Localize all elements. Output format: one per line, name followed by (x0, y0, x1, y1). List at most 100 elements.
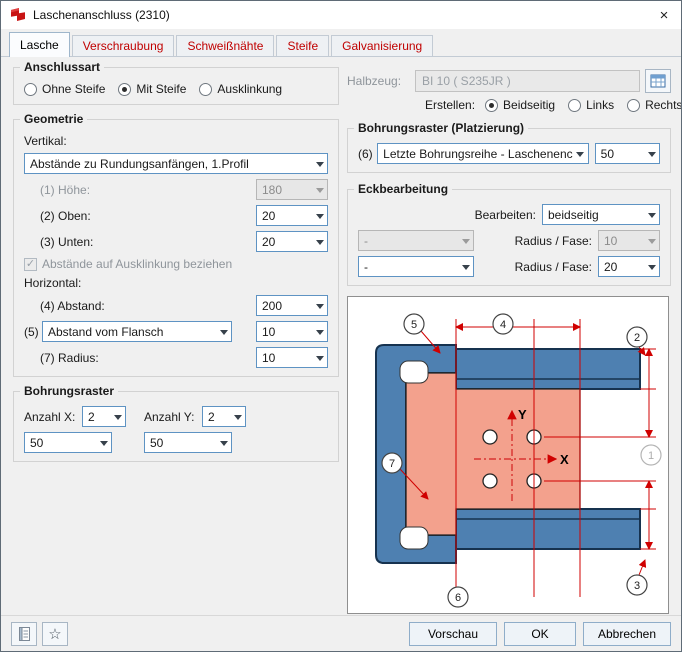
anzahl-y-label: Anzahl Y: (144, 410, 202, 424)
radio-label: Rechts (645, 98, 682, 112)
oben-combo[interactable]: 20 (256, 205, 328, 226)
dialog-laschenanschluss: Laschenanschluss (2310) × Lasche Verschr… (0, 0, 682, 652)
group-platzierung: Bohrungsraster (Platzierung) (6) Letzte … (347, 128, 671, 173)
svg-text:4: 4 (500, 319, 506, 331)
tab-verschraubung[interactable]: Verschraubung (72, 35, 175, 56)
bearbeiten-combo[interactable]: beidseitig (542, 204, 660, 225)
hoehe-label: (1) Höhe: (40, 183, 90, 197)
svg-text:1: 1 (648, 450, 654, 462)
radius-fase-1-label: Radius / Fase: (515, 234, 592, 248)
radio-icon (485, 99, 498, 112)
group-title: Geometrie (20, 112, 87, 126)
radio-mit-steife[interactable]: Mit Steife (118, 82, 186, 96)
radio-icon (24, 83, 37, 96)
eck-mode-2-combo[interactable]: - (358, 256, 474, 277)
radio-links[interactable]: Links (568, 98, 614, 112)
chevron-down-icon (312, 206, 327, 225)
tab-schweissnaehte[interactable]: Schweißnähte (176, 35, 274, 56)
chevron-down-icon (312, 348, 327, 367)
tab-bar: Lasche Verschraubung Schweißnähte Steife… (1, 29, 681, 57)
vertikal-label: Vertikal: (24, 134, 67, 148)
star-icon: ☆ (48, 625, 61, 643)
radio-label: Mit Steife (136, 82, 186, 96)
group-title: Eckbearbeitung (354, 182, 452, 196)
chevron-down-icon (312, 232, 327, 251)
group-bohrungsraster: Bohrungsraster Anzahl X: 2 Anzahl Y: 2 5… (13, 391, 339, 462)
connection-preview-drawing: Y X (347, 296, 669, 614)
chevron-down-icon (312, 296, 327, 315)
abbrechen-button[interactable]: Abbrechen (583, 622, 671, 646)
abstand-x-combo[interactable]: 50 (24, 432, 112, 453)
group-title: Bohrungsraster (Platzierung) (354, 121, 528, 135)
chevron-down-icon (644, 231, 659, 250)
x-axis-label: X (560, 452, 569, 467)
tab-steife[interactable]: Steife (276, 35, 329, 56)
chevron-down-icon (312, 154, 327, 173)
erstellen-label: Erstellen: (425, 98, 475, 112)
anzahl-y-combo[interactable]: 2 (202, 406, 246, 427)
right-panel: Halbzeug: BI 10 ( S235JR ) Erstellen: Be… (347, 63, 671, 614)
notes-button[interactable] (11, 622, 37, 646)
radio-beidseitig[interactable]: Beidseitig (485, 98, 555, 112)
abstand-y-combo[interactable]: 50 (144, 432, 232, 453)
group-anschlussart: Anschlussart Ohne Steife Mit Steife Ausk… (13, 67, 339, 105)
group-title: Bohrungsraster (20, 384, 118, 398)
oben-label: (2) Oben: (40, 209, 91, 223)
notes-icon (17, 626, 32, 642)
left-panel: Anschlussart Ohne Steife Mit Steife Ausk… (13, 67, 339, 476)
tab-lasche[interactable]: Lasche (9, 32, 70, 57)
eck-mode-1-combo: - (358, 230, 474, 251)
vertikal-mode-combo[interactable]: Abstände zu Rundungsanfängen, 1.Profil (24, 153, 328, 174)
group-geometrie: Geometrie Vertikal: Abstände zu Rundungs… (13, 119, 339, 377)
radio-icon (627, 99, 640, 112)
hoehe-combo: 180 (256, 179, 328, 200)
favorites-button[interactable]: ☆ (42, 622, 68, 646)
radio-ausklinkung[interactable]: Ausklinkung (199, 82, 282, 96)
chevron-down-icon (644, 257, 659, 276)
app-icon (9, 6, 27, 24)
svg-text:3: 3 (634, 580, 640, 592)
chevron-down-icon (110, 407, 125, 426)
flansch-index-label: (5) (24, 325, 42, 339)
chevron-down-icon (312, 322, 327, 341)
callout-7: 7 (382, 453, 402, 473)
radius-fase-2-combo[interactable]: 20 (598, 256, 660, 277)
catalog-button[interactable] (645, 69, 671, 93)
close-icon[interactable]: × (647, 1, 681, 29)
horizontal-label: Horizontal: (24, 276, 81, 290)
anzahl-x-combo[interactable]: 2 (82, 406, 126, 427)
unten-combo[interactable]: 20 (256, 231, 328, 252)
group-title: Anschlussart (20, 60, 104, 74)
svg-text:7: 7 (389, 458, 395, 470)
radio-icon (118, 83, 131, 96)
abstand-combo[interactable]: 200 (256, 295, 328, 316)
window-title: Laschenanschluss (2310) (33, 8, 170, 22)
radio-label: Links (586, 98, 614, 112)
bearbeiten-label: Bearbeiten: (475, 208, 536, 222)
callout-4: 4 (493, 314, 513, 334)
platzierung-mode-combo[interactable]: Letzte Bohrungsreihe - Laschenenc (377, 143, 588, 164)
platzierung-index-label: (6) (358, 147, 377, 161)
callout-3: 3 (627, 575, 647, 595)
ok-button[interactable]: OK (504, 622, 576, 646)
tab-galvanisierung[interactable]: Galvanisierung (331, 35, 433, 56)
flansch-value-combo[interactable]: 10 (256, 321, 328, 342)
title-bar: Laschenanschluss (2310) × (1, 1, 681, 29)
chevron-down-icon (644, 205, 659, 224)
vorschau-button[interactable]: Vorschau (409, 622, 497, 646)
catalog-table-icon (650, 73, 666, 89)
platzierung-value-combo[interactable]: 50 (595, 143, 660, 164)
radio-rechts[interactable]: Rechts (627, 98, 682, 112)
checkbox-label: Abstände auf Ausklinkung beziehen (42, 257, 232, 271)
callout-5: 5 (404, 314, 424, 334)
radius-combo[interactable]: 10 (256, 347, 328, 368)
radio-ohne-steife[interactable]: Ohne Steife (24, 82, 105, 96)
halbzeug-field: BI 10 ( S235JR ) (415, 70, 640, 92)
svg-text:6: 6 (455, 592, 461, 604)
chevron-down-icon (312, 180, 327, 199)
radius-fase-2-label: Radius / Fase: (515, 260, 592, 274)
flansch-mode-combo[interactable]: Abstand vom Flansch (42, 321, 232, 342)
radio-label: Ausklinkung (217, 82, 282, 96)
chevron-down-icon (458, 231, 473, 250)
y-axis-label: Y (518, 407, 527, 422)
